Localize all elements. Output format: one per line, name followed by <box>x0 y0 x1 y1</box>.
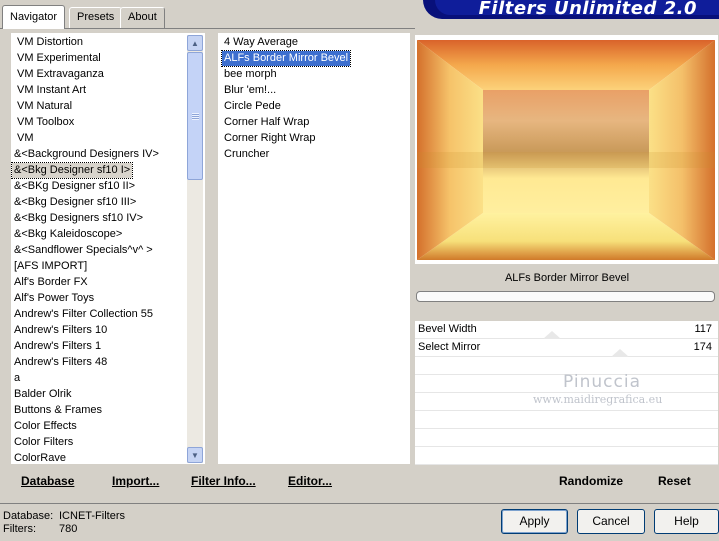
category-scrollbar[interactable]: ▲ ▼ <box>187 35 203 463</box>
list-item[interactable]: VM Instant Art <box>15 83 88 98</box>
list-item[interactable]: VM Natural <box>15 99 74 114</box>
list-item[interactable]: Andrew's Filters 48 <box>12 355 109 370</box>
app-banner: Filters Unlimited 2.0 <box>423 0 719 19</box>
list-item[interactable]: Cruncher <box>222 147 271 162</box>
list-item[interactable]: &<Bkg Designers sf10 IV> <box>12 211 145 226</box>
watermark-site: www.maidiregrafica.eu <box>533 393 663 406</box>
list-item[interactable]: &<Sandflower Specials^v^ > <box>12 243 155 258</box>
list-item[interactable]: &<Bkg Designer sf10 III> <box>12 195 138 210</box>
setting-row-select-mirror[interactable]: Select Mirror 174 <box>415 339 718 357</box>
list-item[interactable]: ColorRave <box>12 451 68 466</box>
setting-row-empty <box>415 429 718 447</box>
database-label: Database: <box>3 510 54 522</box>
list-item[interactable]: Andrew's Filters 1 <box>12 339 103 354</box>
list-item[interactable]: Alf's Border FX <box>12 275 90 290</box>
database-value: ICNET-Filters <box>59 510 125 522</box>
setting-value[interactable]: 174 <box>694 341 712 353</box>
randomize-button[interactable]: Randomize <box>559 474 623 488</box>
category-list[interactable]: VM Distortion VM Experimental VM Extrava… <box>10 33 205 466</box>
setting-label: Bevel Width <box>418 323 477 335</box>
list-item[interactable]: Color Effects <box>12 419 79 434</box>
scroll-down-button[interactable]: ▼ <box>187 447 203 463</box>
reset-button[interactable]: Reset <box>658 474 691 488</box>
apply-button[interactable]: Apply <box>501 509 568 534</box>
list-item-selected[interactable]: &<Bkg Designer sf10 I> <box>10 162 134 179</box>
progress-bar <box>416 291 715 302</box>
grip-icon <box>191 112 199 120</box>
list-item[interactable]: 4 Way Average <box>222 35 300 50</box>
tab-about[interactable]: About <box>120 7 165 28</box>
current-filter-name: ALFs Border Mirror Bevel <box>504 272 630 284</box>
chevron-down-icon: ▼ <box>191 450 199 460</box>
filters-label: Filters: <box>3 523 36 535</box>
editor-button[interactable]: Editor... <box>288 474 332 488</box>
slider-thumb[interactable] <box>543 331 561 339</box>
filters-info: Filters: 780 <box>3 523 77 535</box>
slider-thumb[interactable] <box>611 349 629 357</box>
list-item[interactable]: a <box>12 371 22 386</box>
list-item[interactable]: Corner Right Wrap <box>222 131 318 146</box>
list-item[interactable]: Balder Olrik <box>12 387 73 402</box>
list-item[interactable]: Andrew's Filters 10 <box>12 323 109 338</box>
list-item[interactable]: [AFS IMPORT] <box>12 259 89 274</box>
list-item[interactable]: VM Extravaganza <box>15 67 106 82</box>
list-item[interactable]: VM Experimental <box>15 51 103 66</box>
watermark-name: Pinuccia <box>563 372 641 392</box>
chevron-up-icon: ▲ <box>191 38 199 48</box>
preview-image[interactable] <box>417 40 715 260</box>
setting-row-empty <box>415 447 718 465</box>
list-item[interactable]: VM <box>15 131 36 146</box>
list-item[interactable]: &<Background Designers IV> <box>12 147 161 162</box>
filter-list[interactable]: 4 Way Average ALFs Border Mirror Bevel b… <box>218 33 410 464</box>
list-item[interactable]: VM Distortion <box>15 35 85 50</box>
list-item[interactable]: Alf's Power Toys <box>12 291 96 306</box>
list-item[interactable]: Color Filters <box>12 435 75 450</box>
filter-info-button[interactable]: Filter Info... <box>191 474 256 488</box>
setting-row-empty <box>415 411 718 429</box>
setting-value[interactable]: 117 <box>694 323 712 335</box>
list-item[interactable]: Corner Half Wrap <box>222 115 311 130</box>
app-title: Filters Unlimited 2.0 <box>478 0 697 19</box>
help-button[interactable]: Help <box>654 509 719 534</box>
tab-presets[interactable]: Presets <box>69 7 123 28</box>
scroll-thumb[interactable] <box>187 52 203 180</box>
list-item[interactable]: Andrew's Filter Collection 55 <box>12 307 155 322</box>
scroll-up-button[interactable]: ▲ <box>187 35 203 51</box>
list-item[interactable]: &<Bkg Kaleidoscope> <box>12 227 124 242</box>
tab-navigator[interactable]: Navigator <box>2 5 66 29</box>
filters-value: 780 <box>59 523 78 535</box>
list-item-selected[interactable]: ALFs Border Mirror Bevel <box>220 50 352 67</box>
list-item[interactable]: VM Toolbox <box>15 115 76 130</box>
list-item[interactable]: Buttons & Frames <box>12 403 104 418</box>
import-button[interactable]: Import... <box>112 474 159 488</box>
bottom-toolbar: Database Import... Filter Info... Editor… <box>0 466 719 494</box>
database-button[interactable]: Database <box>21 474 74 488</box>
list-item[interactable]: Blur 'em!... <box>222 83 278 98</box>
list-item[interactable]: Circle Pede <box>222 99 283 114</box>
setting-label: Select Mirror <box>418 341 481 353</box>
setting-row-bevel-width[interactable]: Bevel Width 117 <box>415 321 718 339</box>
cancel-button[interactable]: Cancel <box>577 509 645 534</box>
list-item[interactable]: bee morph <box>222 67 279 82</box>
list-item[interactable]: &<BKg Designer sf10 II> <box>12 179 137 194</box>
divider <box>0 503 719 504</box>
database-info: Database: ICNET-Filters <box>3 510 125 522</box>
